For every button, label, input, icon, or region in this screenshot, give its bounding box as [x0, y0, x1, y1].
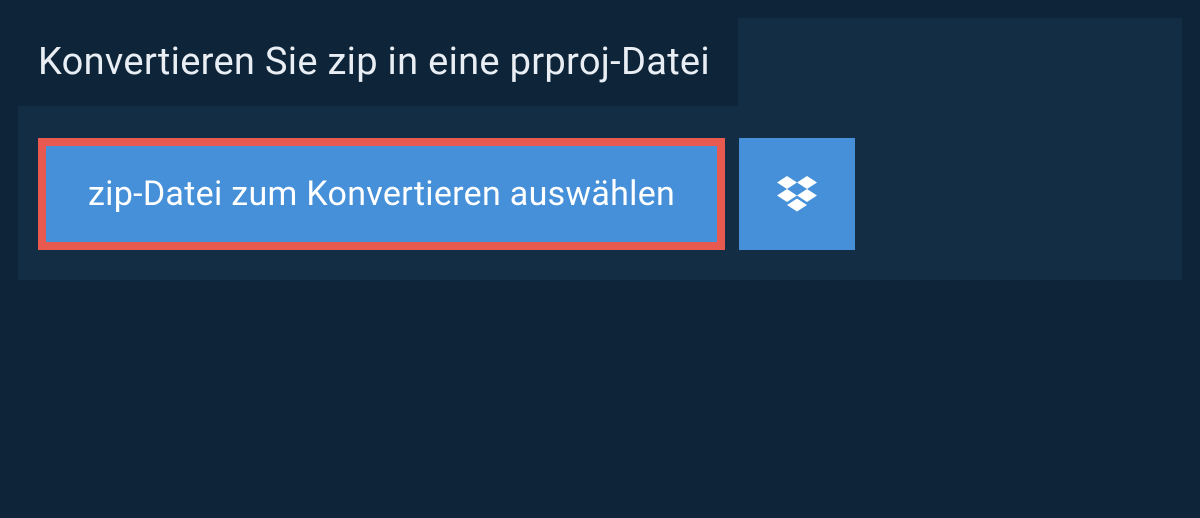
dropbox-icon: [777, 176, 817, 212]
select-file-button[interactable]: zip-Datei zum Konvertieren auswählen: [38, 138, 725, 250]
select-file-label: zip-Datei zum Konvertieren auswählen: [88, 174, 675, 214]
page-title: Konvertieren Sie zip in eine prproj-Date…: [38, 40, 710, 84]
title-bar: Konvertieren Sie zip in eine prproj-Date…: [18, 18, 738, 106]
dropbox-button[interactable]: [739, 138, 855, 250]
button-row: zip-Datei zum Konvertieren auswählen: [38, 138, 1182, 250]
converter-panel: Konvertieren Sie zip in eine prproj-Date…: [18, 18, 1182, 280]
